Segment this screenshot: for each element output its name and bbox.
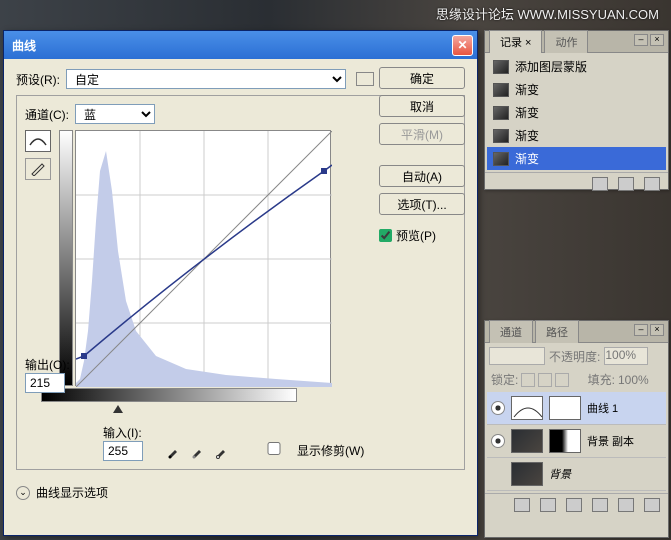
history-item[interactable]: 渐变 xyxy=(487,147,666,170)
watermark: 思缘设计论坛 WWW.MISSYUAN.COM xyxy=(436,4,659,23)
layer-thumb xyxy=(511,396,543,420)
new-doc-icon[interactable] xyxy=(618,177,634,191)
close-button[interactable]: ✕ xyxy=(452,35,473,56)
layer-thumb xyxy=(511,462,543,486)
slider-handle-icon[interactable] xyxy=(113,405,123,413)
preset-menu-icon[interactable] xyxy=(356,72,374,86)
input-field[interactable] xyxy=(103,441,143,461)
opacity-label: 不透明度: xyxy=(549,348,600,365)
visibility-icon[interactable] xyxy=(491,401,505,415)
lock-all-icon[interactable] xyxy=(555,373,569,387)
curve-tool-draw[interactable] xyxy=(25,158,51,180)
layers-panel: –× 通道 路径 不透明度: 100% 锁定: 填充: 100% 曲线 1 背景… xyxy=(484,320,669,538)
trash-icon[interactable] xyxy=(644,177,660,191)
new-snapshot-icon[interactable] xyxy=(592,177,608,191)
preset-label: 预设(R): xyxy=(16,71,60,88)
eyedropper-gray-icon[interactable] xyxy=(188,443,206,461)
options-button[interactable]: 选项(T)... xyxy=(379,193,465,215)
layer-name: 背景 副本 xyxy=(587,433,634,449)
tab-paths[interactable]: 路径 xyxy=(535,320,579,343)
cancel-button[interactable]: 取消 xyxy=(379,95,465,117)
mask-thumb xyxy=(549,396,581,420)
layer-row[interactable]: 曲线 1 xyxy=(487,392,666,425)
channel-label: 通道(C): xyxy=(25,106,69,123)
blendmode-select[interactable] xyxy=(489,347,545,365)
input-gradient xyxy=(41,388,297,402)
gradient-icon xyxy=(493,106,509,120)
input-label: 输入(I): xyxy=(103,426,142,440)
show-clipping-checkbox[interactable]: 显示修剪(W) xyxy=(254,444,365,458)
channel-select[interactable]: 蓝 xyxy=(75,104,155,124)
curves-chart[interactable] xyxy=(75,130,331,386)
preset-select[interactable]: 自定 xyxy=(66,69,346,89)
fill-field[interactable]: 100% xyxy=(618,373,662,387)
opacity-field[interactable]: 100% xyxy=(604,347,648,365)
curve-tool-point[interactable] xyxy=(25,130,51,152)
eyedropper-black-icon[interactable] xyxy=(164,443,182,461)
new-layer-icon[interactable] xyxy=(618,498,634,512)
history-item[interactable]: 渐变 xyxy=(487,124,666,147)
lock-label: 锁定: xyxy=(491,371,518,388)
gradient-icon xyxy=(493,152,509,166)
fill-label: 填充: xyxy=(588,371,615,388)
output-label: 输出(O): xyxy=(25,356,71,373)
tab-actions[interactable]: 动作 xyxy=(544,30,588,53)
mask-icon[interactable] xyxy=(540,498,556,512)
close-icon: ✕ xyxy=(457,38,467,52)
trash-icon[interactable] xyxy=(644,498,660,512)
panel-min-icon[interactable]: – xyxy=(634,34,648,46)
auto-button[interactable]: 自动(A) xyxy=(379,165,465,187)
dialog-title: 曲线 xyxy=(12,37,36,54)
curve-display-options-toggle[interactable]: ⌄ 曲线显示选项 xyxy=(16,484,465,501)
tab-history[interactable]: 记录 × xyxy=(489,30,542,53)
adjustment-icon[interactable] xyxy=(566,498,582,512)
panel-close-icon[interactable]: × xyxy=(650,34,664,46)
layer-row[interactable]: 背景 副本 xyxy=(487,425,666,458)
fx-icon[interactable] xyxy=(514,498,530,512)
output-gradient xyxy=(59,130,73,386)
smooth-button: 平滑(M) xyxy=(379,123,465,145)
history-item[interactable]: 渐变 xyxy=(487,78,666,101)
mask-thumb xyxy=(549,429,581,453)
panel-min-icon[interactable]: – xyxy=(634,324,648,336)
gradient-icon xyxy=(493,129,509,143)
eyedropper-white-icon[interactable] xyxy=(212,443,230,461)
layer-name: 背景 xyxy=(549,466,571,482)
history-item[interactable]: 添加图层蒙版 xyxy=(487,55,666,78)
lock-position-icon[interactable] xyxy=(538,373,552,387)
lock-pixels-icon[interactable] xyxy=(521,373,535,387)
gradient-icon xyxy=(493,83,509,97)
preview-checkbox[interactable]: 预览(P) xyxy=(379,227,465,244)
ok-button[interactable]: 确定 xyxy=(379,67,465,89)
panel-close-icon[interactable]: × xyxy=(650,324,664,336)
output-field[interactable] xyxy=(25,373,65,393)
visibility-icon[interactable] xyxy=(491,434,505,448)
history-item[interactable]: 渐变 xyxy=(487,101,666,124)
layer-name: 曲线 1 xyxy=(587,400,618,416)
layer-thumb xyxy=(511,429,543,453)
tab-channels[interactable]: 通道 xyxy=(489,320,533,343)
layer-row[interactable]: 背景 xyxy=(487,458,666,491)
mask-icon xyxy=(493,60,509,74)
curves-dialog: 曲线 ✕ 预设(R): 自定 通道(C): 蓝 xyxy=(3,30,478,536)
history-panel: –× 记录 × 动作 添加图层蒙版 渐变 渐变 渐变 渐变 xyxy=(484,30,669,190)
folder-icon[interactable] xyxy=(592,498,608,512)
chevron-down-icon: ⌄ xyxy=(16,486,30,500)
dialog-titlebar[interactable]: 曲线 ✕ xyxy=(4,31,477,59)
